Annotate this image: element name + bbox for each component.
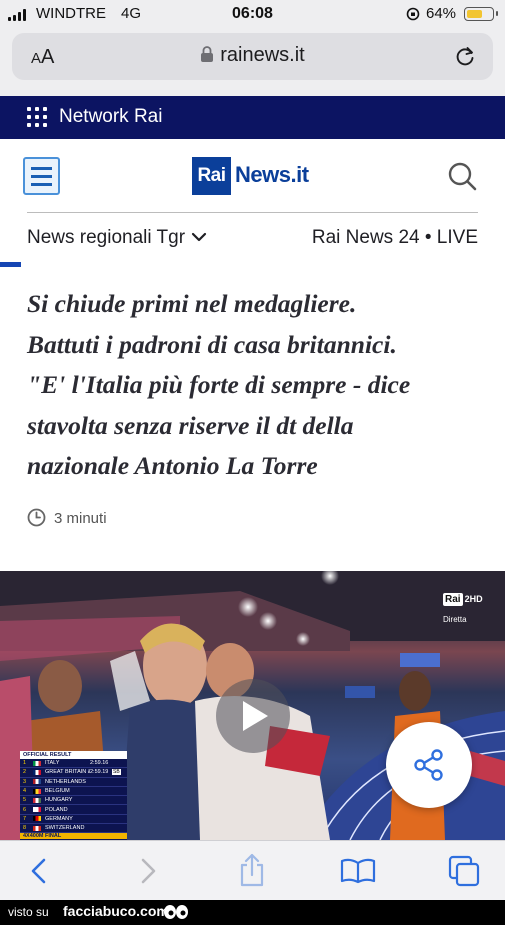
result-position: 4 <box>23 788 27 795</box>
results-row: 6 POLAND <box>20 805 127 815</box>
active-indicator <box>0 262 21 267</box>
news-regionali-dropdown[interactable]: News regionali Tgr <box>27 227 207 249</box>
country-flag-icon <box>33 788 41 794</box>
browser-toolbar <box>0 840 505 900</box>
result-country: ITALY <box>45 760 60 767</box>
title-line: Battuti i padroni di casa britannici. <box>27 329 397 359</box>
result-position: 8 <box>23 825 27 832</box>
clock-icon <box>27 508 46 527</box>
country-flag-icon <box>33 779 41 785</box>
network-rai-band[interactable]: Network Rai <box>0 96 505 139</box>
title-line: "E' l'Italia più forte di sempre - dice <box>27 370 411 399</box>
title-line: nazionale Antonio La Torre <box>27 451 318 480</box>
network-rai-label[interactable]: Network Rai <box>59 106 162 128</box>
video-player[interactable]: Rai 2HD Diretta OFFICIAL RESULT 1 ITALY 2:5… <box>0 571 505 840</box>
tabs-icon[interactable] <box>448 855 482 887</box>
results-row: 5 HUNGARY <box>20 796 127 806</box>
url-field[interactable]: rainews.it <box>12 44 493 67</box>
title-line: stavolta senza riserve il dt della <box>27 410 354 440</box>
results-row: 8 SWITZERLAND <box>20 824 127 834</box>
status-bar: WINDTRE 4G 06:08 64% <box>0 0 505 28</box>
share-button[interactable] <box>386 722 472 808</box>
forward-icon[interactable] <box>138 857 158 885</box>
channel-name: Rai <box>443 593 463 606</box>
country-flag-icon <box>33 760 41 766</box>
title-line: Si chiude primi nel medagliere. <box>27 289 357 318</box>
chevron-down-icon <box>191 232 207 242</box>
reload-icon[interactable] <box>454 45 476 67</box>
country-flag-icon <box>33 797 41 803</box>
read-time-label: 3 minuti <box>54 510 107 527</box>
live-label: Diretta <box>443 615 467 624</box>
channel-number: 2HD <box>464 594 483 604</box>
play-button[interactable] <box>216 679 290 753</box>
battery-icon <box>464 7 498 21</box>
result-country: SWITZERLAND <box>45 825 85 832</box>
bookmarks-icon[interactable] <box>340 858 376 884</box>
results-row: 2 GREAT BRITAIN & NI2:59.19SB <box>20 768 127 778</box>
site-logo: facciabuco.com <box>63 903 169 919</box>
result-country: POLAND <box>45 806 68 813</box>
share-nodes-icon <box>414 749 443 781</box>
logo-rai: Rai <box>192 157 231 195</box>
result-country: GREAT BRITAIN & NI <box>45 769 90 776</box>
result-position: 5 <box>23 797 27 804</box>
live-link[interactable]: Rai News 24 • LIVE <box>312 227 478 249</box>
results-row: 4 BELGIUM <box>20 787 127 797</box>
channel-badge: Rai 2HD Diretta <box>443 589 483 624</box>
nav-left-label: News regionali Tgr <box>27 227 186 248</box>
result-badge: SB <box>112 769 121 776</box>
result-country: GERMANY <box>45 815 73 822</box>
result-position: 3 <box>23 778 27 785</box>
url-text: rainews.it <box>220 44 305 66</box>
results-row: 7 GERMANY <box>20 815 127 825</box>
country-flag-icon <box>33 769 41 775</box>
result-country: HUNGARY <box>45 797 73 804</box>
play-icon <box>243 701 268 731</box>
result-time: 2:59.16 <box>90 760 109 767</box>
header-divider <box>27 212 478 213</box>
read-time: 3 minuti <box>27 508 107 527</box>
result-position: 1 <box>23 760 27 767</box>
results-row: 3 NETHERLANDS <box>20 778 127 787</box>
country-flag-icon <box>33 825 41 831</box>
result-country: BELGIUM <box>45 788 70 795</box>
result-country: NETHERLANDS <box>45 778 86 785</box>
eyes-icon <box>164 905 188 919</box>
share-icon[interactable] <box>238 853 266 887</box>
result-position: 6 <box>23 806 27 813</box>
results-footer: 4X400M FINAL <box>20 833 127 840</box>
results-row: 1 ITALY 2:59.16 <box>20 759 127 769</box>
search-icon[interactable] <box>446 160 478 192</box>
result-position: 7 <box>23 815 27 822</box>
hamburger-menu-button[interactable] <box>23 157 60 195</box>
browser-top-bar: AA rainews.it <box>0 28 505 96</box>
results-graphic: OFFICIAL RESULT 1 ITALY 2:59.16 2 GREAT BRIT… <box>20 751 127 840</box>
watermark-footer: visto su facciabuco.com <box>0 900 505 925</box>
logo-news: News.it <box>235 162 309 187</box>
lock-icon <box>201 46 214 62</box>
rotation-lock-icon <box>406 7 420 21</box>
address-bar[interactable]: AA rainews.it <box>12 33 493 80</box>
apps-grid-icon[interactable] <box>27 107 47 127</box>
site-header: Rai News.it News regionali Tgr Rai News … <box>0 139 505 262</box>
visto-su-label: visto su <box>8 905 49 919</box>
article-title: Si chiude primi nel medagliere. Battuti … <box>27 284 482 487</box>
result-position: 2 <box>23 769 27 776</box>
results-header: OFFICIAL RESULT <box>20 751 127 759</box>
result-time: 2:59.19 <box>90 769 109 776</box>
back-icon[interactable] <box>29 857 49 885</box>
country-flag-icon <box>33 816 41 822</box>
battery-percent: 64% <box>426 5 457 22</box>
country-flag-icon <box>33 807 41 813</box>
